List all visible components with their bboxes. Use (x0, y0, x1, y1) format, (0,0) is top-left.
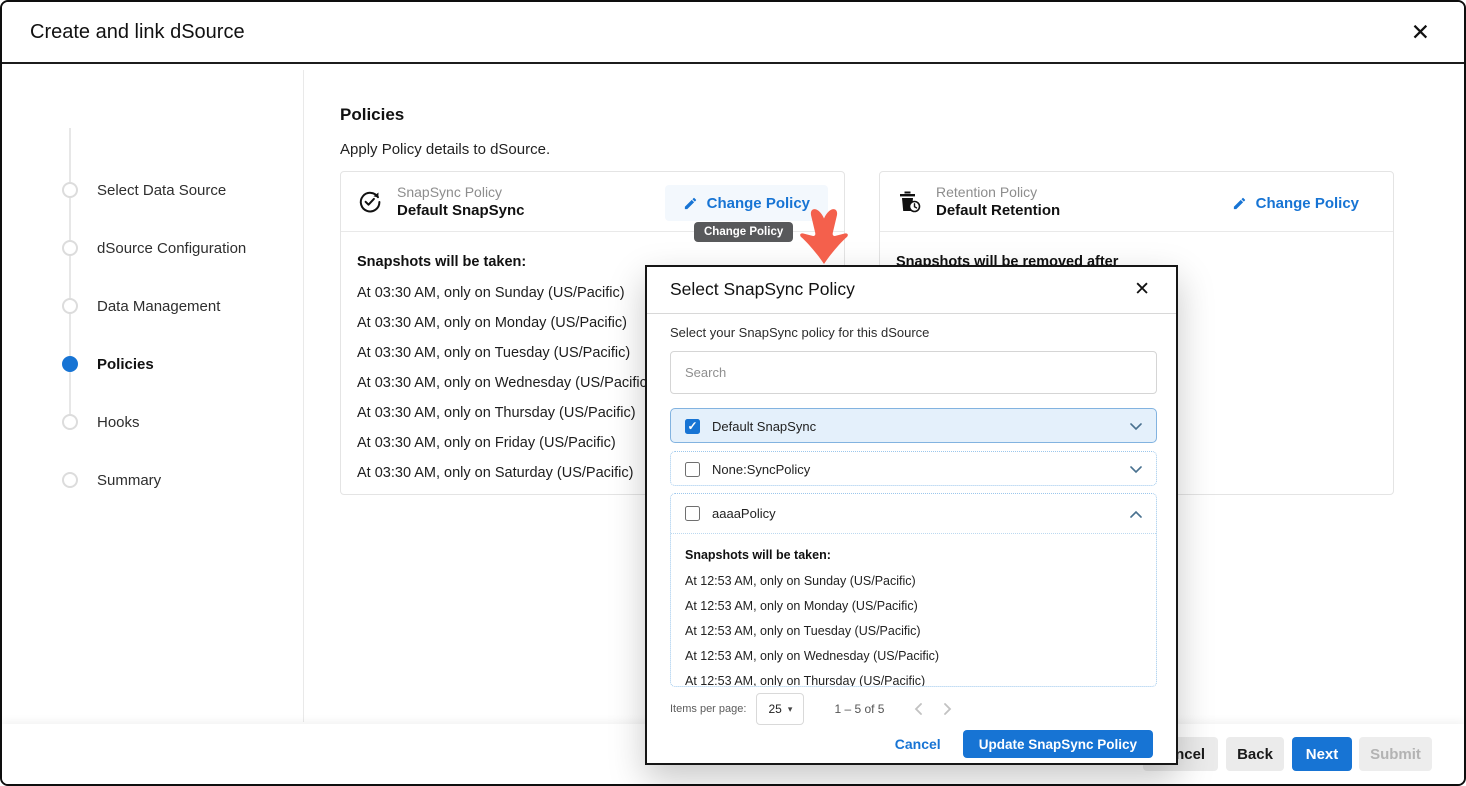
modal-close-icon[interactable]: ✕ (1134, 278, 1150, 301)
step-label: Summary (97, 472, 161, 489)
page-title: Policies (340, 105, 404, 125)
policy-name: Default Retention (936, 201, 1060, 220)
snapsync-icon (357, 189, 383, 215)
pencil-icon (683, 196, 698, 211)
submit-button[interactable]: Submit (1359, 737, 1432, 771)
policy-option-label: None:SyncPolicy (712, 462, 810, 477)
dialog-title: Create and link dSource (30, 21, 245, 44)
change-retention-policy-button[interactable]: Change Policy (1214, 185, 1377, 221)
modal-title: Select SnapSync Policy (670, 279, 855, 300)
search-input[interactable] (671, 352, 1156, 393)
policy-name: Default SnapSync (397, 201, 525, 220)
schedule-line: At 12:53 AM, only on Wednesday (US/Pacif… (685, 649, 1142, 663)
step-circle-icon (62, 240, 78, 256)
page-next-icon[interactable] (942, 703, 954, 715)
schedule-heading: Snapshots will be taken: (685, 548, 1142, 562)
items-per-page-label: Items per page: (670, 703, 746, 715)
schedule-line: At 12:53 AM, only on Thursday (US/Pacifi… (685, 674, 1142, 687)
change-policy-tooltip: Change Policy (694, 222, 793, 242)
chevron-down-icon[interactable] (1130, 466, 1142, 474)
step-label: Select Data Source (97, 182, 226, 199)
step-circle-icon (62, 298, 78, 314)
schedule-line: At 12:53 AM, only on Tuesday (US/Pacific… (685, 624, 1142, 638)
sidebar-item-select-data-source[interactable]: Select Data Source (2, 178, 302, 202)
policy-search (670, 351, 1157, 394)
close-icon[interactable]: ✕ (1411, 19, 1430, 46)
step-circle-icon (62, 414, 78, 430)
items-per-page-value: 25 (768, 702, 781, 716)
step-label: Hooks (97, 414, 140, 431)
step-label: dSource Configuration (97, 240, 246, 257)
policy-row-default-snapsync[interactable]: Default SnapSync (670, 408, 1157, 443)
expanded-policy-schedule: Snapshots will be taken: At 12:53 AM, on… (671, 534, 1156, 687)
change-policy-label: Change Policy (707, 195, 810, 212)
retention-card-header: Retention Policy Default Retention Chang… (880, 172, 1393, 232)
dialog-header: Create and link dSource ✕ (2, 2, 1464, 64)
sidebar-item-hooks[interactable]: Hooks (2, 410, 302, 434)
pencil-icon (1232, 196, 1247, 211)
wizard-stepper: Select Data Source dSource Configuration… (2, 64, 303, 722)
policy-row-aaaapolicy[interactable]: aaaaPolicy Snapshots will be taken: At 1… (670, 493, 1157, 687)
sidebar-item-summary[interactable]: Summary (2, 468, 302, 492)
items-per-page-select[interactable]: 25 ▾ (756, 693, 804, 725)
update-snapsync-policy-button[interactable]: Update SnapSync Policy (963, 730, 1153, 758)
next-button[interactable]: Next (1292, 737, 1352, 771)
step-circle-icon (62, 472, 78, 488)
step-label: Policies (97, 356, 154, 373)
policy-type-label: Retention Policy (936, 183, 1060, 201)
create-dsource-dialog: Create and link dSource ✕ Select Data So… (0, 0, 1466, 786)
select-snapsync-policy-modal: Select SnapSync Policy ✕ Select your Sna… (645, 265, 1178, 765)
policy-option-label: aaaaPolicy (712, 506, 776, 521)
pagination-nav (912, 703, 954, 715)
back-button[interactable]: Back (1226, 737, 1284, 771)
policy-option-label: Default SnapSync (712, 419, 816, 434)
page-subtitle: Apply Policy details to dSource. (340, 141, 550, 158)
sidebar-item-policies[interactable]: Policies (2, 352, 302, 376)
change-policy-label: Change Policy (1256, 195, 1359, 212)
sidebar-item-data-management[interactable]: Data Management (2, 294, 302, 318)
modal-header: Select SnapSync Policy ✕ (647, 267, 1176, 314)
step-label: Data Management (97, 298, 220, 315)
annotation-arrow-icon (797, 205, 851, 265)
modal-actions: Cancel Update SnapSync Policy (895, 730, 1153, 758)
retention-trash-clock-icon (896, 189, 922, 215)
modal-subtitle: Select your SnapSync policy for this dSo… (670, 325, 929, 340)
step-circle-active-icon (62, 356, 78, 372)
pagination-bar: Items per page: 25 ▾ 1 – 5 of 5 (670, 691, 1157, 727)
checkbox-icon[interactable] (685, 506, 700, 521)
page-prev-icon[interactable] (912, 703, 924, 715)
snapsync-card-titles: SnapSync Policy Default SnapSync (397, 183, 525, 220)
schedule-line: At 12:53 AM, only on Sunday (US/Pacific) (685, 574, 1142, 588)
policy-type-label: SnapSync Policy (397, 183, 525, 201)
checkbox-checked-icon[interactable] (685, 419, 700, 434)
sidebar-divider (303, 70, 304, 722)
chevron-down-icon[interactable] (1130, 423, 1142, 431)
step-circle-icon (62, 182, 78, 198)
schedule-line: At 12:53 AM, only on Monday (US/Pacific) (685, 599, 1142, 613)
policy-row-none-syncpolicy[interactable]: None:SyncPolicy (670, 451, 1157, 486)
retention-card-titles: Retention Policy Default Retention (936, 183, 1060, 220)
pagination-range: 1 – 5 of 5 (834, 702, 884, 716)
modal-cancel-button[interactable]: Cancel (895, 736, 941, 752)
caret-down-icon: ▾ (788, 704, 793, 715)
chevron-up-icon[interactable] (1130, 510, 1142, 518)
checkbox-icon[interactable] (685, 462, 700, 477)
sidebar-item-dsource-configuration[interactable]: dSource Configuration (2, 236, 302, 260)
